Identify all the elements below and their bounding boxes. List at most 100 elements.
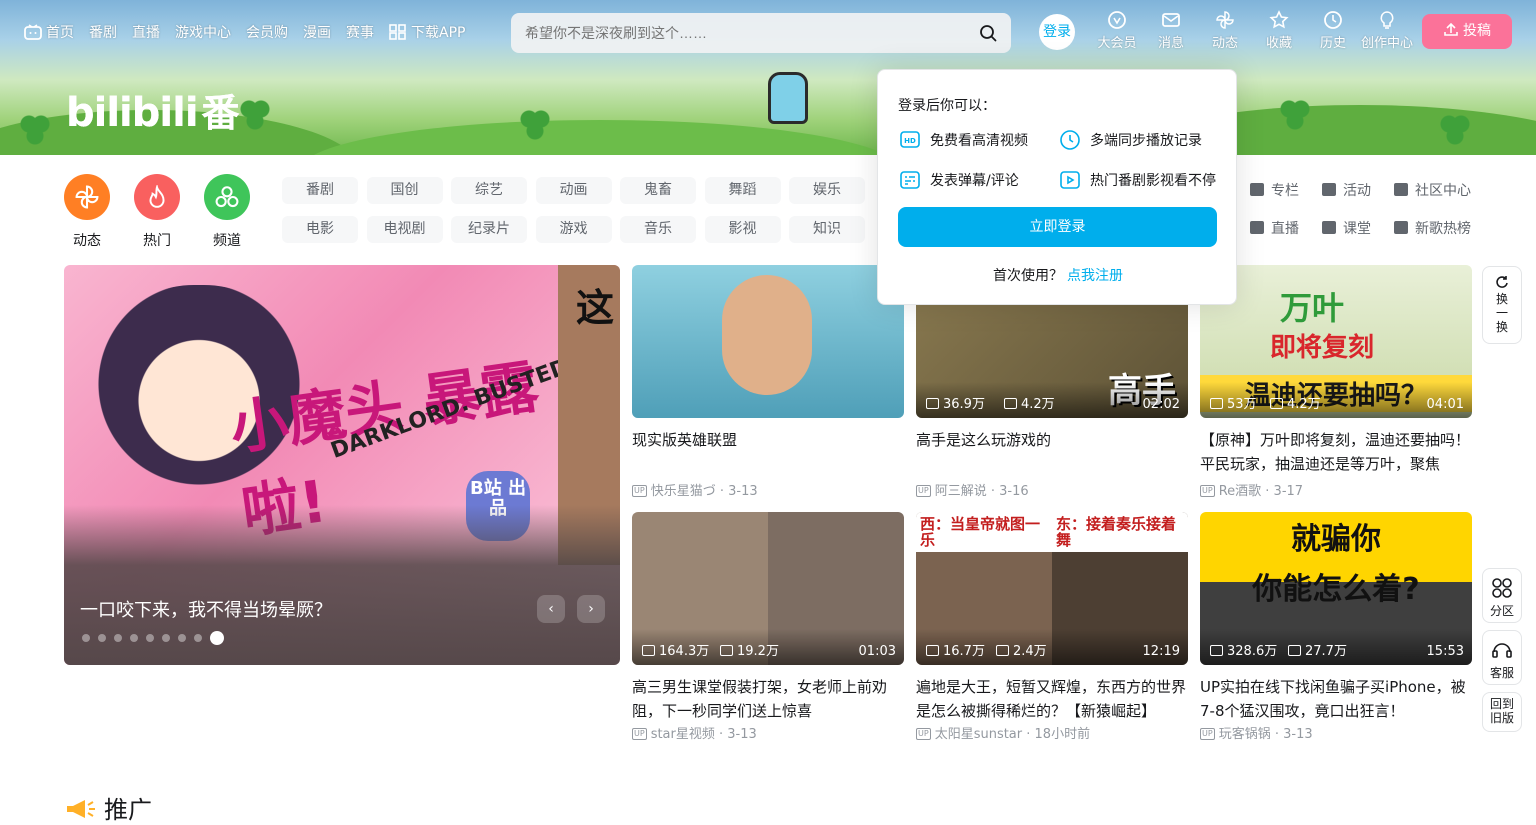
music-icon [1394, 221, 1408, 234]
carousel-dot[interactable] [194, 634, 202, 642]
pixel-mascot-icon [768, 72, 808, 124]
zone-button[interactable]: 分区 [1482, 568, 1522, 623]
thumbnail-overlay-text: 万叶 [1280, 289, 1345, 327]
tag-documentary[interactable]: 纪录片 [451, 216, 527, 243]
link-column[interactable]: 专栏 [1250, 180, 1322, 200]
carousel-prev-button[interactable]: ‹ [537, 595, 565, 623]
nav-mall[interactable]: 会员购 [246, 22, 288, 42]
qr-grid-icon [389, 24, 406, 40]
tag-bangumi[interactable]: 番剧 [282, 177, 358, 204]
video-title[interactable]: 现实版英雄联盟 [632, 428, 904, 476]
tag-variety[interactable]: 综艺 [451, 177, 527, 204]
video-meta[interactable]: UP Re酒歌 · 3-17 [1200, 480, 1472, 499]
refresh-button[interactable]: 换一换 [1482, 266, 1522, 344]
video-thumbnail[interactable]: 西：当皇帝就图一乐 东：接着奏乐接着舞 16.7万 2.4万 12:19 [916, 512, 1188, 665]
nav-match[interactable]: 赛事 [346, 22, 374, 42]
nav-manga[interactable]: 漫画 [303, 22, 331, 42]
play-screen-icon [1060, 171, 1080, 189]
login-now-button[interactable]: 立即登录 [898, 207, 1217, 247]
video-title[interactable]: UP实拍在线下找闲鱼骗子买iPhone，被7-8个猛汉围攻，竟口出狂言！ [1200, 675, 1472, 723]
carousel-dot[interactable] [82, 634, 90, 642]
video-meta[interactable]: UP 玩客锅锅 · 3-13 [1200, 723, 1472, 742]
carousel-caption[interactable]: 一口咬下来，我不得当场晕厥？ [80, 596, 332, 622]
link-course[interactable]: 课堂 [1322, 218, 1394, 238]
tag-dance[interactable]: 舞蹈 [704, 177, 781, 204]
nav-dynamic[interactable]: 动态 [1198, 10, 1252, 51]
tag-game[interactable]: 游戏 [535, 216, 612, 243]
nav-anime[interactable]: 番剧 [89, 22, 117, 42]
video-title[interactable]: 高三男生课堂假装打架，女老师上前劝阻，下一秒同学们送上惊喜 [632, 675, 904, 723]
channel-hot[interactable]: 热门 [134, 174, 180, 250]
carousel-dot[interactable] [114, 634, 122, 642]
tag-knowledge[interactable]: 知识 [789, 216, 865, 243]
nav-live[interactable]: 直播 [132, 22, 160, 42]
video-title[interactable]: 高手是这么玩游戏的 [916, 428, 1188, 476]
video-card[interactable]: 164.3万 19.2万 01:03 高三男生课堂假装打架，女老师上前劝阻，下一… [632, 512, 904, 742]
hero-carousel[interactable]: 小魔头 暴露啦! DARKLORD. BUSTED! 这 B站 出品 一口咬下来… [64, 265, 620, 665]
video-thumbnail[interactable]: 就骗你 你能怎么着? 328.6万 27.7万 15:53 [1200, 512, 1472, 665]
clover-icon [520, 110, 550, 140]
upload-button[interactable]: 投稿 [1422, 14, 1512, 49]
video-card[interactable]: 西：当皇帝就图一乐 东：接着奏乐接着舞 16.7万 2.4万 12:19 遍地是… [916, 512, 1188, 742]
login-avatar-button[interactable]: 登录 [1039, 14, 1075, 50]
nav-favorites[interactable]: 收藏 [1252, 10, 1306, 51]
tag-movie[interactable]: 电影 [282, 216, 358, 243]
video-thumbnail[interactable]: 万叶 即将复刻 温迪还要抽吗？ 53万 4.2万 04:01 [1200, 265, 1472, 418]
video-thumbnail[interactable] [632, 265, 904, 418]
nav-game-center[interactable]: 游戏中心 [175, 22, 231, 42]
promo-heading: 推广 [64, 790, 152, 825]
video-title[interactable]: 遍地是大王，短暂又辉煌，东西方的世界是怎么被撕得稀烂的？【新猿崛起】 [916, 675, 1188, 723]
video-meta[interactable]: UP star星视频 · 3-13 [632, 723, 904, 742]
video-title[interactable]: 【原神】万叶即将复刻，温迪还要抽吗！平民玩家，抽温迪还是等万叶，聚焦 [1200, 428, 1472, 476]
tag-film[interactable]: 影视 [704, 216, 781, 243]
search-icon[interactable] [979, 24, 997, 42]
nav-history[interactable]: 历史 [1306, 10, 1360, 51]
register-link[interactable]: 点我注册 [1067, 268, 1123, 284]
link-activity[interactable]: 活动 [1322, 180, 1394, 200]
nav-vip[interactable]: 大会员 [1090, 10, 1144, 51]
hd-icon: HD [900, 131, 920, 148]
carousel-dot-active[interactable] [210, 631, 224, 645]
channel-dynamic[interactable]: 动态 [64, 174, 110, 250]
video-card[interactable]: 现实版英雄联盟 UP 快乐星猫づ · 3-13 [632, 265, 904, 499]
carousel-dot[interactable] [146, 634, 154, 642]
tag-music[interactable]: 音乐 [620, 216, 696, 243]
carousel-dot[interactable] [98, 634, 106, 642]
community-icon [1394, 183, 1408, 196]
nav-home[interactable]: 首页 [24, 22, 74, 42]
search-input[interactable] [515, 17, 955, 49]
link-songs[interactable]: 新歌热榜 [1394, 218, 1484, 238]
tag-guochuang[interactable]: 国创 [366, 177, 443, 204]
dynamic-icon [64, 174, 110, 220]
tag-entertainment[interactable]: 娱乐 [789, 177, 865, 204]
video-meta[interactable]: UP 太阳星sunstar · 18小时前 [916, 723, 1188, 742]
bilibili-logo[interactable]: bilibili 番 [66, 82, 240, 137]
upload-icon [1444, 22, 1458, 36]
carousel-dot[interactable] [130, 634, 138, 642]
carousel-next-button[interactable]: › [577, 595, 605, 623]
nav-download-app[interactable]: 下载APP [389, 22, 465, 42]
flag-icon [1322, 183, 1336, 196]
tag-kichiku[interactable]: 鬼畜 [620, 177, 696, 204]
like-icon [1270, 398, 1283, 409]
carousel-dot[interactable] [162, 634, 170, 642]
channel-channels[interactable]: 频道 [204, 174, 250, 250]
back-to-old-version-button[interactable]: 回到旧版 [1482, 692, 1522, 732]
carousel-dot[interactable] [178, 634, 186, 642]
video-meta[interactable]: UP 快乐星猫づ · 3-13 [632, 480, 904, 499]
link-live[interactable]: 直播 [1250, 218, 1322, 238]
headset-icon [1492, 643, 1512, 658]
nav-creator-center[interactable]: 创作中心 [1360, 10, 1414, 51]
play-count-icon [642, 645, 655, 656]
link-community[interactable]: 社区中心 [1394, 180, 1484, 200]
tag-tv[interactable]: 电视剧 [366, 216, 443, 243]
video-thumbnail[interactable]: 164.3万 19.2万 01:03 [632, 512, 904, 665]
register-prompt: 首次使用？ 点我注册 [993, 268, 1123, 284]
video-card[interactable]: 就骗你 你能怎么着? 328.6万 27.7万 15:53 UP实拍在线下找闲鱼… [1200, 512, 1472, 742]
video-card[interactable]: 万叶 即将复刻 温迪还要抽吗？ 53万 4.2万 04:01 【原神】万叶即将复… [1200, 265, 1472, 499]
nav-messages[interactable]: 消息 [1144, 10, 1198, 51]
customer-service-button[interactable]: 客服 [1482, 630, 1522, 685]
video-meta[interactable]: UP 阿三解说 · 3-16 [916, 480, 1188, 499]
tv-icon [24, 24, 42, 40]
tag-animation[interactable]: 动画 [535, 177, 612, 204]
